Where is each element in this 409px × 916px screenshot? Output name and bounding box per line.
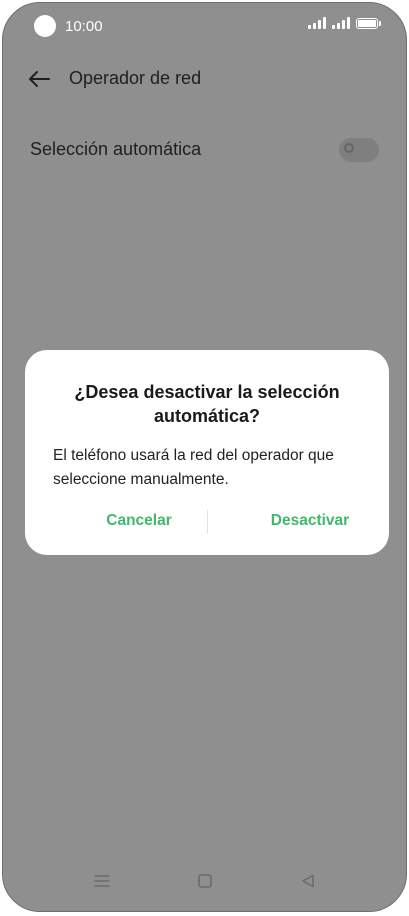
auto-selection-row[interactable]: Selección automática (3, 129, 406, 171)
signal-icon (332, 17, 350, 29)
arrow-left-icon (29, 71, 50, 87)
back-triangle-icon (302, 874, 314, 888)
menu-icon (94, 875, 110, 887)
app-header: Operador de red (3, 59, 406, 99)
dialog-title: ¿Desea desactivar la selección automátic… (74, 382, 340, 426)
status-icons (308, 17, 381, 29)
status-time: 10:00 (65, 18, 103, 35)
auto-selection-toggle[interactable] (339, 138, 379, 162)
dialog-message: El teléfono usará la red del operador qu… (53, 447, 334, 488)
status-bar: 10:00 (3, 3, 406, 49)
cancel-button[interactable]: Cancelar (84, 512, 194, 530)
deactivate-button[interactable]: Desactivar (245, 512, 375, 530)
home-button[interactable] (193, 869, 217, 893)
home-icon (198, 874, 212, 888)
auto-selection-label: Selección automática (30, 139, 202, 159)
recents-button[interactable] (90, 869, 114, 893)
page-title: Operador de red (69, 68, 202, 88)
dialog-actions: Cancelar Desactivar (25, 510, 389, 536)
navigation-bar (3, 869, 406, 893)
action-divider (207, 510, 208, 534)
toggle-knob (344, 143, 354, 153)
confirm-dialog: ¿Desea desactivar la selección automátic… (25, 350, 389, 555)
signal-icon (308, 17, 326, 29)
back-button[interactable] (25, 65, 53, 93)
camera-cutout (34, 15, 56, 37)
nav-back-button[interactable] (296, 869, 320, 893)
phone-screen: 10:00 Operador de red Selección automáti… (2, 2, 407, 912)
battery-icon (356, 17, 381, 29)
